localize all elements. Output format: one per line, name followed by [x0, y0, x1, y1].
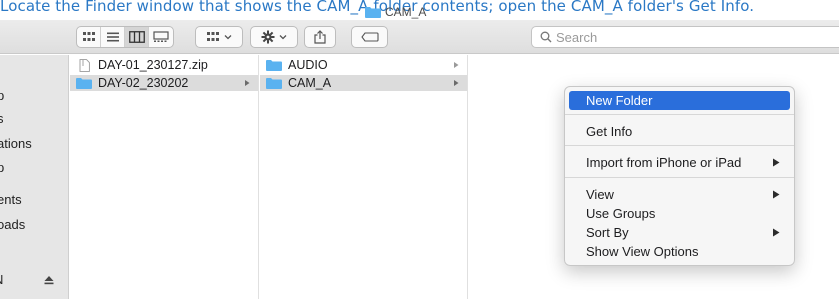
list-item-selected[interactable]: DAY-02_230202 [70, 75, 258, 91]
search-icon [540, 31, 552, 43]
list-item-label: DAY-01_230127.zip [98, 58, 208, 72]
context-menu: New Folder Get Info Import from iPhone o… [564, 86, 795, 266]
sidebar-item[interactable]: p [0, 87, 4, 105]
gallery-view-button[interactable] [149, 27, 173, 47]
disclosure-arrow-icon [454, 62, 459, 68]
menu-item-new-folder[interactable]: New Folder [569, 91, 790, 110]
menu-item-get-info[interactable]: Get Info [569, 122, 790, 141]
menu-separator [565, 145, 794, 146]
sidebar-item-downloads[interactable]: oads [0, 216, 25, 234]
chevron-down-icon [224, 35, 232, 40]
eject-icon[interactable] [43, 274, 55, 286]
list-item-label: CAM_A [288, 76, 332, 90]
menu-item-label: Use Groups [586, 206, 656, 221]
sidebar-item[interactable]: s [0, 110, 4, 128]
sidebar: p s ations p ents oads N [0, 55, 69, 299]
menu-item-label: Show View Options [586, 244, 699, 259]
list-view-button[interactable] [101, 27, 125, 47]
sidebar-item-applications[interactable]: ations [0, 135, 32, 153]
group-by-button[interactable] [195, 26, 243, 48]
grid-icon [207, 32, 219, 41]
list-view-icon [106, 32, 119, 42]
edit-tags-button[interactable] [351, 26, 388, 48]
toolbar [0, 20, 839, 54]
folder-icon [266, 60, 282, 71]
sidebar-item-desktop[interactable]: p [0, 159, 4, 177]
list-item[interactable]: AUDIO [260, 57, 467, 73]
disclosure-arrow-icon [454, 80, 459, 86]
menu-item-label: View [586, 187, 614, 202]
column-view-button[interactable] [125, 27, 149, 47]
menu-item-view[interactable]: View [569, 185, 790, 204]
menu-item-sort-by[interactable]: Sort By [569, 223, 790, 242]
menu-item-label: New Folder [586, 93, 653, 108]
list-item-label: AUDIO [288, 58, 328, 72]
zip-file-icon [79, 58, 90, 72]
submenu-arrow-icon [773, 228, 780, 237]
menu-item-show-view-options[interactable]: Show View Options [569, 242, 790, 261]
browser-column-1: DAY-01_230127.zip DAY-02_230202 [70, 55, 259, 299]
tag-icon [360, 32, 379, 42]
folder-icon [76, 78, 92, 89]
gear-icon [261, 30, 275, 44]
list-item-label: DAY-02_230202 [98, 76, 189, 90]
menu-separator [565, 177, 794, 178]
instruction-banner: Locate the Finder window that shows the … [0, 0, 839, 20]
sidebar-item-documents[interactable]: ents [0, 191, 22, 209]
search-field[interactable] [531, 26, 839, 48]
column-view-icon [128, 31, 145, 43]
menu-item-import-from-iphone[interactable]: Import from iPhone or iPad [569, 153, 790, 172]
share-icon [314, 30, 326, 44]
menu-separator [565, 114, 794, 115]
view-mode-segmented-control [76, 26, 174, 48]
disclosure-arrow-icon [245, 80, 250, 86]
menu-item-use-groups[interactable]: Use Groups [569, 204, 790, 223]
browser-column-2: AUDIO CAM_A [260, 55, 468, 299]
menu-item-label: Import from iPhone or iPad [586, 155, 742, 170]
list-item[interactable]: DAY-01_230127.zip [70, 57, 258, 73]
action-menu-button[interactable] [250, 26, 298, 48]
menu-item-label: Sort By [586, 225, 629, 240]
search-input[interactable] [556, 29, 816, 45]
icon-view-button[interactable] [77, 27, 101, 47]
folder-icon [266, 78, 282, 89]
chevron-down-icon [279, 35, 287, 40]
sidebar-item-device[interactable]: N [0, 272, 3, 287]
submenu-arrow-icon [773, 190, 780, 199]
share-button[interactable] [304, 26, 336, 48]
submenu-arrow-icon [773, 158, 780, 167]
icon-view-icon [82, 32, 95, 41]
menu-item-label: Get Info [586, 124, 633, 139]
gallery-view-icon [153, 31, 169, 42]
list-item-selected[interactable]: CAM_A [260, 75, 467, 91]
instruction-text: Locate the Finder window that shows the … [0, 0, 755, 15]
